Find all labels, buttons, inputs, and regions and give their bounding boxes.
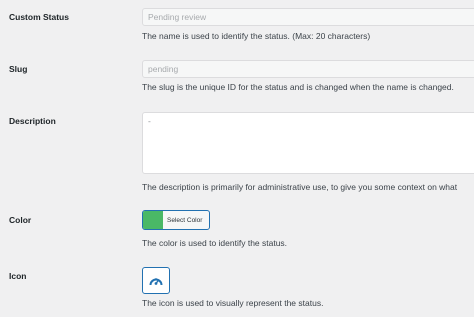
- custom-status-description: The name is used to identify the status.…: [142, 31, 371, 41]
- icon-description: The icon is used to visually represent t…: [142, 298, 324, 308]
- dashboard-gauge-icon: [149, 277, 163, 285]
- icon-label: Icon: [9, 271, 27, 281]
- description-textarea[interactable]: -: [142, 112, 474, 174]
- custom-status-label: Custom Status: [9, 12, 69, 22]
- custom-status-input[interactable]: Pending review: [142, 8, 474, 26]
- select-color-label: Select Color: [167, 216, 203, 224]
- slug-description: The slug is the unique ID for the status…: [142, 82, 454, 92]
- description-label: Description: [9, 116, 56, 126]
- color-label: Color: [9, 215, 32, 225]
- description-help-text: The description is primarily for adminis…: [142, 182, 458, 192]
- icon-picker-button[interactable]: [142, 267, 170, 294]
- slug-label: Slug: [9, 64, 28, 74]
- select-color-button[interactable]: Select Color: [142, 210, 210, 230]
- color-description: The color is used to identify the status…: [142, 238, 288, 248]
- slug-input[interactable]: pending: [142, 60, 474, 78]
- color-swatch: [143, 211, 163, 229]
